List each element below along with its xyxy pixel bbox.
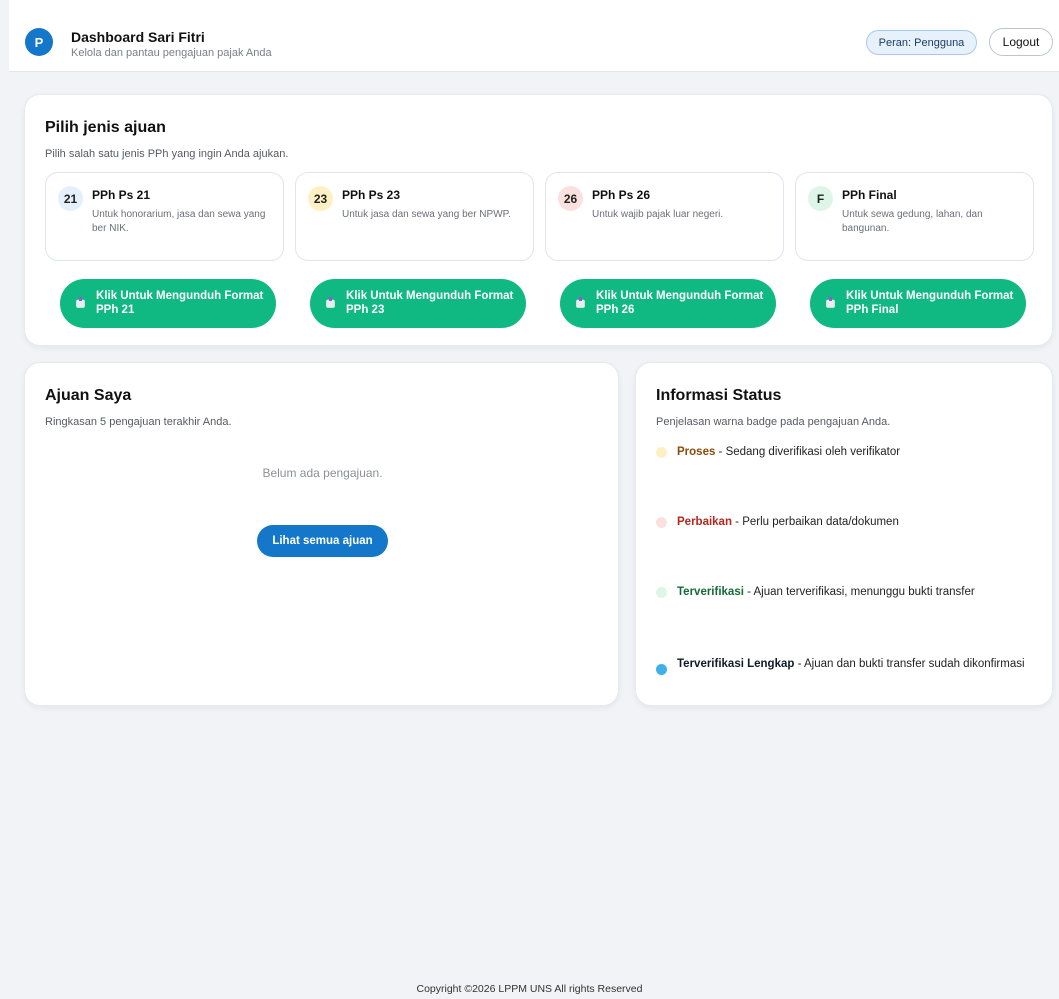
document-download-icon [826, 297, 835, 308]
download-label: Klik Untuk Mengunduh Format PPh 21 [96, 290, 264, 316]
logout-button[interactable]: Logout [989, 28, 1053, 56]
type-name: PPh Final [842, 188, 897, 202]
type-name: PPh Ps 23 [342, 188, 401, 202]
type-option-pph26[interactable]: 26 PPh Ps 26 Untuk wajib pajak luar nege… [545, 172, 784, 261]
my-submissions-subtitle: Ringkasan 5 pengajuan terakhir Anda. [45, 416, 232, 428]
download-format-pph23-button[interactable]: Klik Untuk Mengunduh Format PPh 23 [310, 279, 526, 328]
my-submissions-title: Ajuan Saya [45, 387, 132, 404]
status-dot-icon [656, 517, 667, 528]
see-all-submissions-button[interactable]: Lihat semua ajuan [257, 525, 388, 557]
top-header: P Dashboard Sari Fitri Kelola dan pantau… [9, 0, 1059, 72]
avatar[interactable]: P [25, 28, 53, 56]
download-format-pph26-button[interactable]: Klik Untuk Mengunduh Format PPh 26 [560, 279, 776, 328]
type-description: Untuk sewa gedung, lahan, dan bangunan. [842, 209, 983, 234]
download-label: Klik Untuk Mengunduh Format PPh 23 [346, 290, 514, 316]
download-format-pph21-button[interactable]: Klik Untuk Mengunduh Format PPh 21 [60, 279, 276, 328]
page-title: Dashboard Sari Fitri [71, 29, 205, 45]
status-label: Terverifikasi [677, 586, 744, 598]
status-dot-icon [656, 664, 667, 675]
page-subtitle: Kelola dan pantau pengajuan pajak Anda [71, 47, 272, 59]
type-name: PPh Ps 26 [592, 188, 651, 202]
type-description: Untuk honorarium, jasa dan sewa yang ber… [92, 209, 266, 234]
download-format-pph-final-button[interactable]: Klik Untuk Mengunduh Format PPh Final [810, 279, 1026, 328]
submission-type-title: Pilih jenis ajuan [45, 119, 166, 136]
type-name: PPh Ps 21 [92, 188, 151, 202]
status-description: - Sedang diverifikasi oleh verifikator [715, 446, 901, 458]
download-label: Klik Untuk Mengunduh Format PPh 26 [596, 290, 764, 316]
my-submissions-card: Ajuan Saya Ringkasan 5 pengajuan terakhi… [24, 362, 619, 706]
status-info-subtitle: Penjelasan warna badge pada pengajuan An… [656, 416, 891, 428]
type-badge-26: 26 [558, 186, 583, 211]
role-badge: Peran: Pengguna [866, 30, 977, 55]
status-label: Terverifikasi Lengkap [677, 658, 795, 670]
status-info-card: Informasi Status Penjelasan warna badge … [635, 362, 1053, 706]
type-option-pph23[interactable]: 23 PPh Ps 23 Untuk jasa dan sewa yang be… [295, 172, 534, 261]
empty-state-text: Belum ada pengajuan. [262, 466, 383, 480]
document-download-icon [576, 297, 585, 308]
type-description: Untuk wajib pajak luar negeri. [592, 209, 724, 220]
status-info-title: Informasi Status [656, 387, 782, 404]
footer-copyright: Copyright ©2026 LPPM UNS All rights Rese… [416, 983, 643, 995]
submission-type-subtitle: Pilih salah satu jenis PPh yang ingin An… [45, 148, 289, 160]
type-badge-21: 21 [58, 186, 83, 211]
type-option-pph21[interactable]: 21 PPh Ps 21 Untuk honorarium, jasa dan … [45, 172, 284, 261]
type-description: Untuk jasa dan sewa yang ber NPWP. [342, 209, 511, 220]
status-description: - Ajuan dan bukti transfer sudah dikonfi… [794, 658, 1025, 670]
status-label: Perbaikan [677, 516, 732, 528]
status-dot-icon [656, 447, 667, 458]
type-option-pph-final[interactable]: F PPh Final Untuk sewa gedung, lahan, da… [795, 172, 1034, 261]
type-badge-final: F [808, 186, 833, 211]
status-label: Proses [677, 446, 716, 458]
status-dot-icon [656, 587, 667, 598]
download-label: Klik Untuk Mengunduh Format PPh Final [846, 290, 1014, 316]
document-download-icon [76, 297, 85, 308]
submission-type-card: Pilih jenis ajuan Pilih salah satu jenis… [24, 94, 1053, 346]
type-badge-23: 23 [308, 186, 333, 211]
document-download-icon [326, 297, 335, 308]
status-description: - Ajuan terverifikasi, menunggu bukti tr… [743, 586, 975, 598]
status-description: - Perlu perbaikan data/dokumen [731, 516, 899, 528]
